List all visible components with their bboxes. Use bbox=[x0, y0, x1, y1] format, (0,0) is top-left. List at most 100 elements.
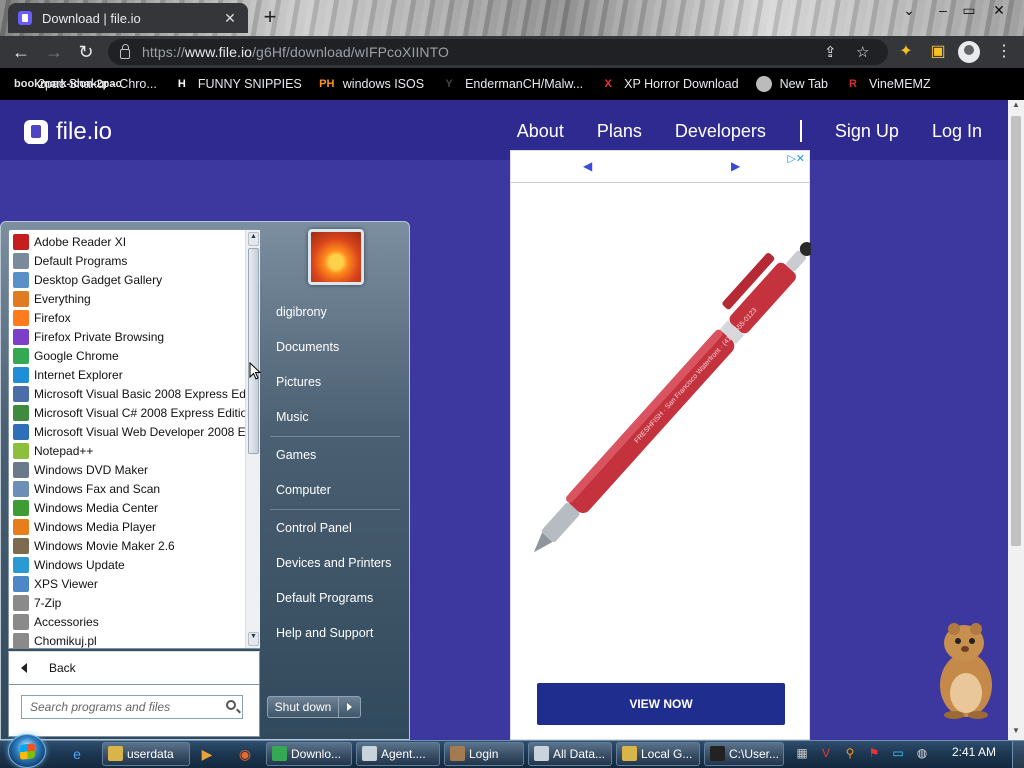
ie-quicklaunch-icon[interactable]: e bbox=[66, 743, 88, 765]
back-button[interactable]: Back bbox=[8, 651, 260, 685]
program-list-item[interactable]: Microsoft Visual Web Developer 2008 Ex bbox=[9, 422, 245, 441]
bookmark-item[interactable]: X XP Horror Download bbox=[600, 76, 739, 92]
ad-prev-arrow-icon[interactable]: ◀ bbox=[583, 159, 592, 173]
list-scroll-thumb[interactable] bbox=[248, 248, 259, 454]
nav-about[interactable]: About bbox=[517, 121, 564, 142]
start-link-default-programs[interactable]: Default Programs bbox=[276, 591, 373, 605]
program-list-item[interactable]: Everything bbox=[9, 289, 245, 308]
ad-next-arrow-icon[interactable]: ▶ bbox=[731, 159, 740, 173]
program-list-item[interactable]: Chomikuj.pl bbox=[9, 631, 245, 650]
address-bar[interactable]: https://www.file.io/g6Hf/download/wIFPco… bbox=[108, 39, 888, 65]
tray-flag-icon[interactable]: ⚑ bbox=[866, 745, 882, 761]
program-list-item[interactable]: Windows Movie Maker 2.6 bbox=[9, 536, 245, 555]
advertisement[interactable]: ◀ ▶ ▷✕ FRESHFISH · San Francisco Waterfr… bbox=[510, 150, 811, 740]
pen-ad-image[interactable]: FRESHFISH · San Francisco Waterfront · (… bbox=[511, 231, 811, 591]
program-list-item[interactable]: Google Chrome bbox=[9, 346, 245, 365]
program-list-item[interactable]: Microsoft Visual C# 2008 Express Edition bbox=[9, 403, 245, 422]
page-scrollbar[interactable]: ▲ ▼ bbox=[1008, 100, 1024, 740]
nav-log-in[interactable]: Log In bbox=[932, 121, 982, 142]
show-desktop-button[interactable] bbox=[1012, 741, 1024, 768]
bookmark-item[interactable]: R VineMEMZ bbox=[845, 76, 931, 92]
taskbar-button[interactable]: Downlo... bbox=[266, 742, 352, 766]
shut-down-button[interactable]: Shut down bbox=[267, 696, 339, 718]
fileio-logo[interactable]: file.io bbox=[24, 118, 112, 146]
start-link-digibrony[interactable]: digibrony bbox=[276, 305, 327, 319]
program-list-item[interactable]: Windows Update bbox=[9, 555, 245, 574]
lock-icon[interactable] bbox=[120, 44, 130, 59]
search-icon[interactable] bbox=[226, 700, 236, 710]
start-search-input[interactable]: Search programs and files bbox=[21, 695, 243, 719]
reload-icon[interactable]: ↻ bbox=[74, 40, 98, 64]
taskbar-button[interactable]: userdata bbox=[102, 742, 190, 766]
start-link-games[interactable]: Games bbox=[276, 448, 316, 462]
bookmark-star-icon[interactable]: ☆ bbox=[856, 43, 869, 61]
url-text[interactable]: https://www.file.io/g6Hf/download/wIFPco… bbox=[142, 44, 449, 60]
start-link-control-panel[interactable]: Control Panel bbox=[276, 521, 352, 535]
program-list-item[interactable]: XPS Viewer bbox=[9, 574, 245, 593]
tray-volume-icon[interactable]: ◍ bbox=[914, 745, 930, 761]
browser-tab[interactable]: Download | file.io ✕ bbox=[8, 3, 248, 33]
start-link-computer[interactable]: Computer bbox=[276, 483, 331, 497]
media-player-quicklaunch-icon[interactable]: ▶ bbox=[196, 743, 218, 765]
bookmark-item[interactable]: New Tab bbox=[755, 76, 828, 92]
start-link-music[interactable]: Music bbox=[276, 410, 309, 424]
taskbar-button[interactable]: C:\User... bbox=[704, 742, 784, 766]
close-tab-icon[interactable]: ✕ bbox=[222, 10, 238, 27]
list-scroll-down-icon[interactable]: ▼ bbox=[248, 632, 259, 646]
tray-antivirus-icon[interactable]: V bbox=[818, 745, 834, 761]
view-now-button[interactable]: VIEW NOW bbox=[537, 683, 785, 725]
program-list-item[interactable]: Adobe Reader XI bbox=[9, 232, 245, 251]
program-list-item[interactable]: Windows Media Player bbox=[9, 517, 245, 536]
minimize-icon[interactable]: – bbox=[930, 0, 956, 22]
program-list-item[interactable]: Windows Media Center bbox=[9, 498, 245, 517]
shutdown-options-arrow-icon[interactable] bbox=[339, 696, 361, 718]
taskbar-button[interactable]: Login bbox=[444, 742, 524, 766]
extensions-puzzle-icon[interactable]: ✦ bbox=[896, 42, 916, 62]
profile-avatar-icon[interactable] bbox=[958, 41, 980, 63]
adchoices-close-icon[interactable]: ▷✕ bbox=[787, 152, 805, 165]
tray-search-icon[interactable]: ⚲ bbox=[842, 745, 858, 761]
program-list-item[interactable]: Desktop Gadget Gallery bbox=[9, 270, 245, 289]
program-list-item[interactable]: 7-Zip bbox=[9, 593, 245, 612]
program-list-item[interactable]: Notepad++ bbox=[9, 441, 245, 460]
taskbar-button[interactable]: All Data... bbox=[528, 742, 612, 766]
program-list-item[interactable]: Firefox bbox=[9, 308, 245, 327]
start-link-devices-and-printers[interactable]: Devices and Printers bbox=[276, 556, 391, 570]
nav-developers[interactable]: Developers bbox=[675, 121, 766, 142]
taskbar-clock[interactable]: 2:41 AM bbox=[944, 745, 1004, 759]
list-scroll-up-icon[interactable]: ▲ bbox=[248, 232, 259, 246]
close-window-icon[interactable]: ✕ bbox=[986, 0, 1012, 22]
chrome-menu-icon[interactable]: ⋮ bbox=[996, 41, 1012, 61]
program-list-item[interactable]: Windows Fax and Scan bbox=[9, 479, 245, 498]
user-picture[interactable] bbox=[308, 229, 364, 285]
tab-search-chevron-icon[interactable]: ⌄ bbox=[896, 0, 922, 22]
firefox-quicklaunch-icon[interactable]: ◉ bbox=[234, 743, 256, 765]
tray-network-icon[interactable]: ▦ bbox=[794, 745, 810, 761]
program-list-item[interactable]: Windows DVD Maker bbox=[9, 460, 245, 479]
share-icon[interactable]: ⇪ bbox=[824, 43, 837, 61]
scroll-thumb[interactable] bbox=[1011, 116, 1021, 546]
back-arrow-icon[interactable]: ← bbox=[9, 40, 33, 64]
start-orb-icon[interactable] bbox=[8, 734, 46, 768]
program-list-item[interactable]: Firefox Private Browsing bbox=[9, 327, 245, 346]
program-list-scrollbar[interactable]: ▲ ▼ bbox=[245, 230, 260, 648]
taskbar-button[interactable]: Agent.... bbox=[356, 742, 440, 766]
nav-plans[interactable]: Plans bbox=[597, 121, 642, 142]
scroll-down-arrow-icon[interactable]: ▼ bbox=[1008, 726, 1024, 740]
bookmark-item[interactable]: Y EndermanCH/Malw... bbox=[441, 76, 583, 92]
bookmark-item[interactable]: H FUNNY SNIPPIES bbox=[174, 76, 302, 92]
taskbar-button[interactable]: Local G... bbox=[616, 742, 700, 766]
scroll-up-arrow-icon[interactable]: ▲ bbox=[1008, 100, 1024, 114]
all-programs-list[interactable]: Adobe Reader XI Default Programs Desktop G… bbox=[8, 229, 260, 649]
program-list-item[interactable]: Default Programs bbox=[9, 251, 245, 270]
maximize-icon[interactable]: ▭ bbox=[956, 0, 982, 22]
tray-monitor-icon[interactable]: ▭ bbox=[890, 745, 906, 761]
start-link-pictures[interactable]: Pictures bbox=[276, 375, 321, 389]
bookmark-item[interactable]: PH windows ISOS bbox=[319, 76, 424, 92]
start-link-documents[interactable]: Documents bbox=[276, 340, 339, 354]
nav-sign-up[interactable]: Sign Up bbox=[835, 121, 899, 142]
program-list-item[interactable]: Accessories bbox=[9, 612, 245, 631]
program-list-item[interactable]: Microsoft Visual Basic 2008 Express Edit… bbox=[9, 384, 245, 403]
side-panel-icon[interactable]: ▣ bbox=[928, 42, 948, 62]
forward-arrow-icon[interactable]: → bbox=[42, 40, 66, 64]
